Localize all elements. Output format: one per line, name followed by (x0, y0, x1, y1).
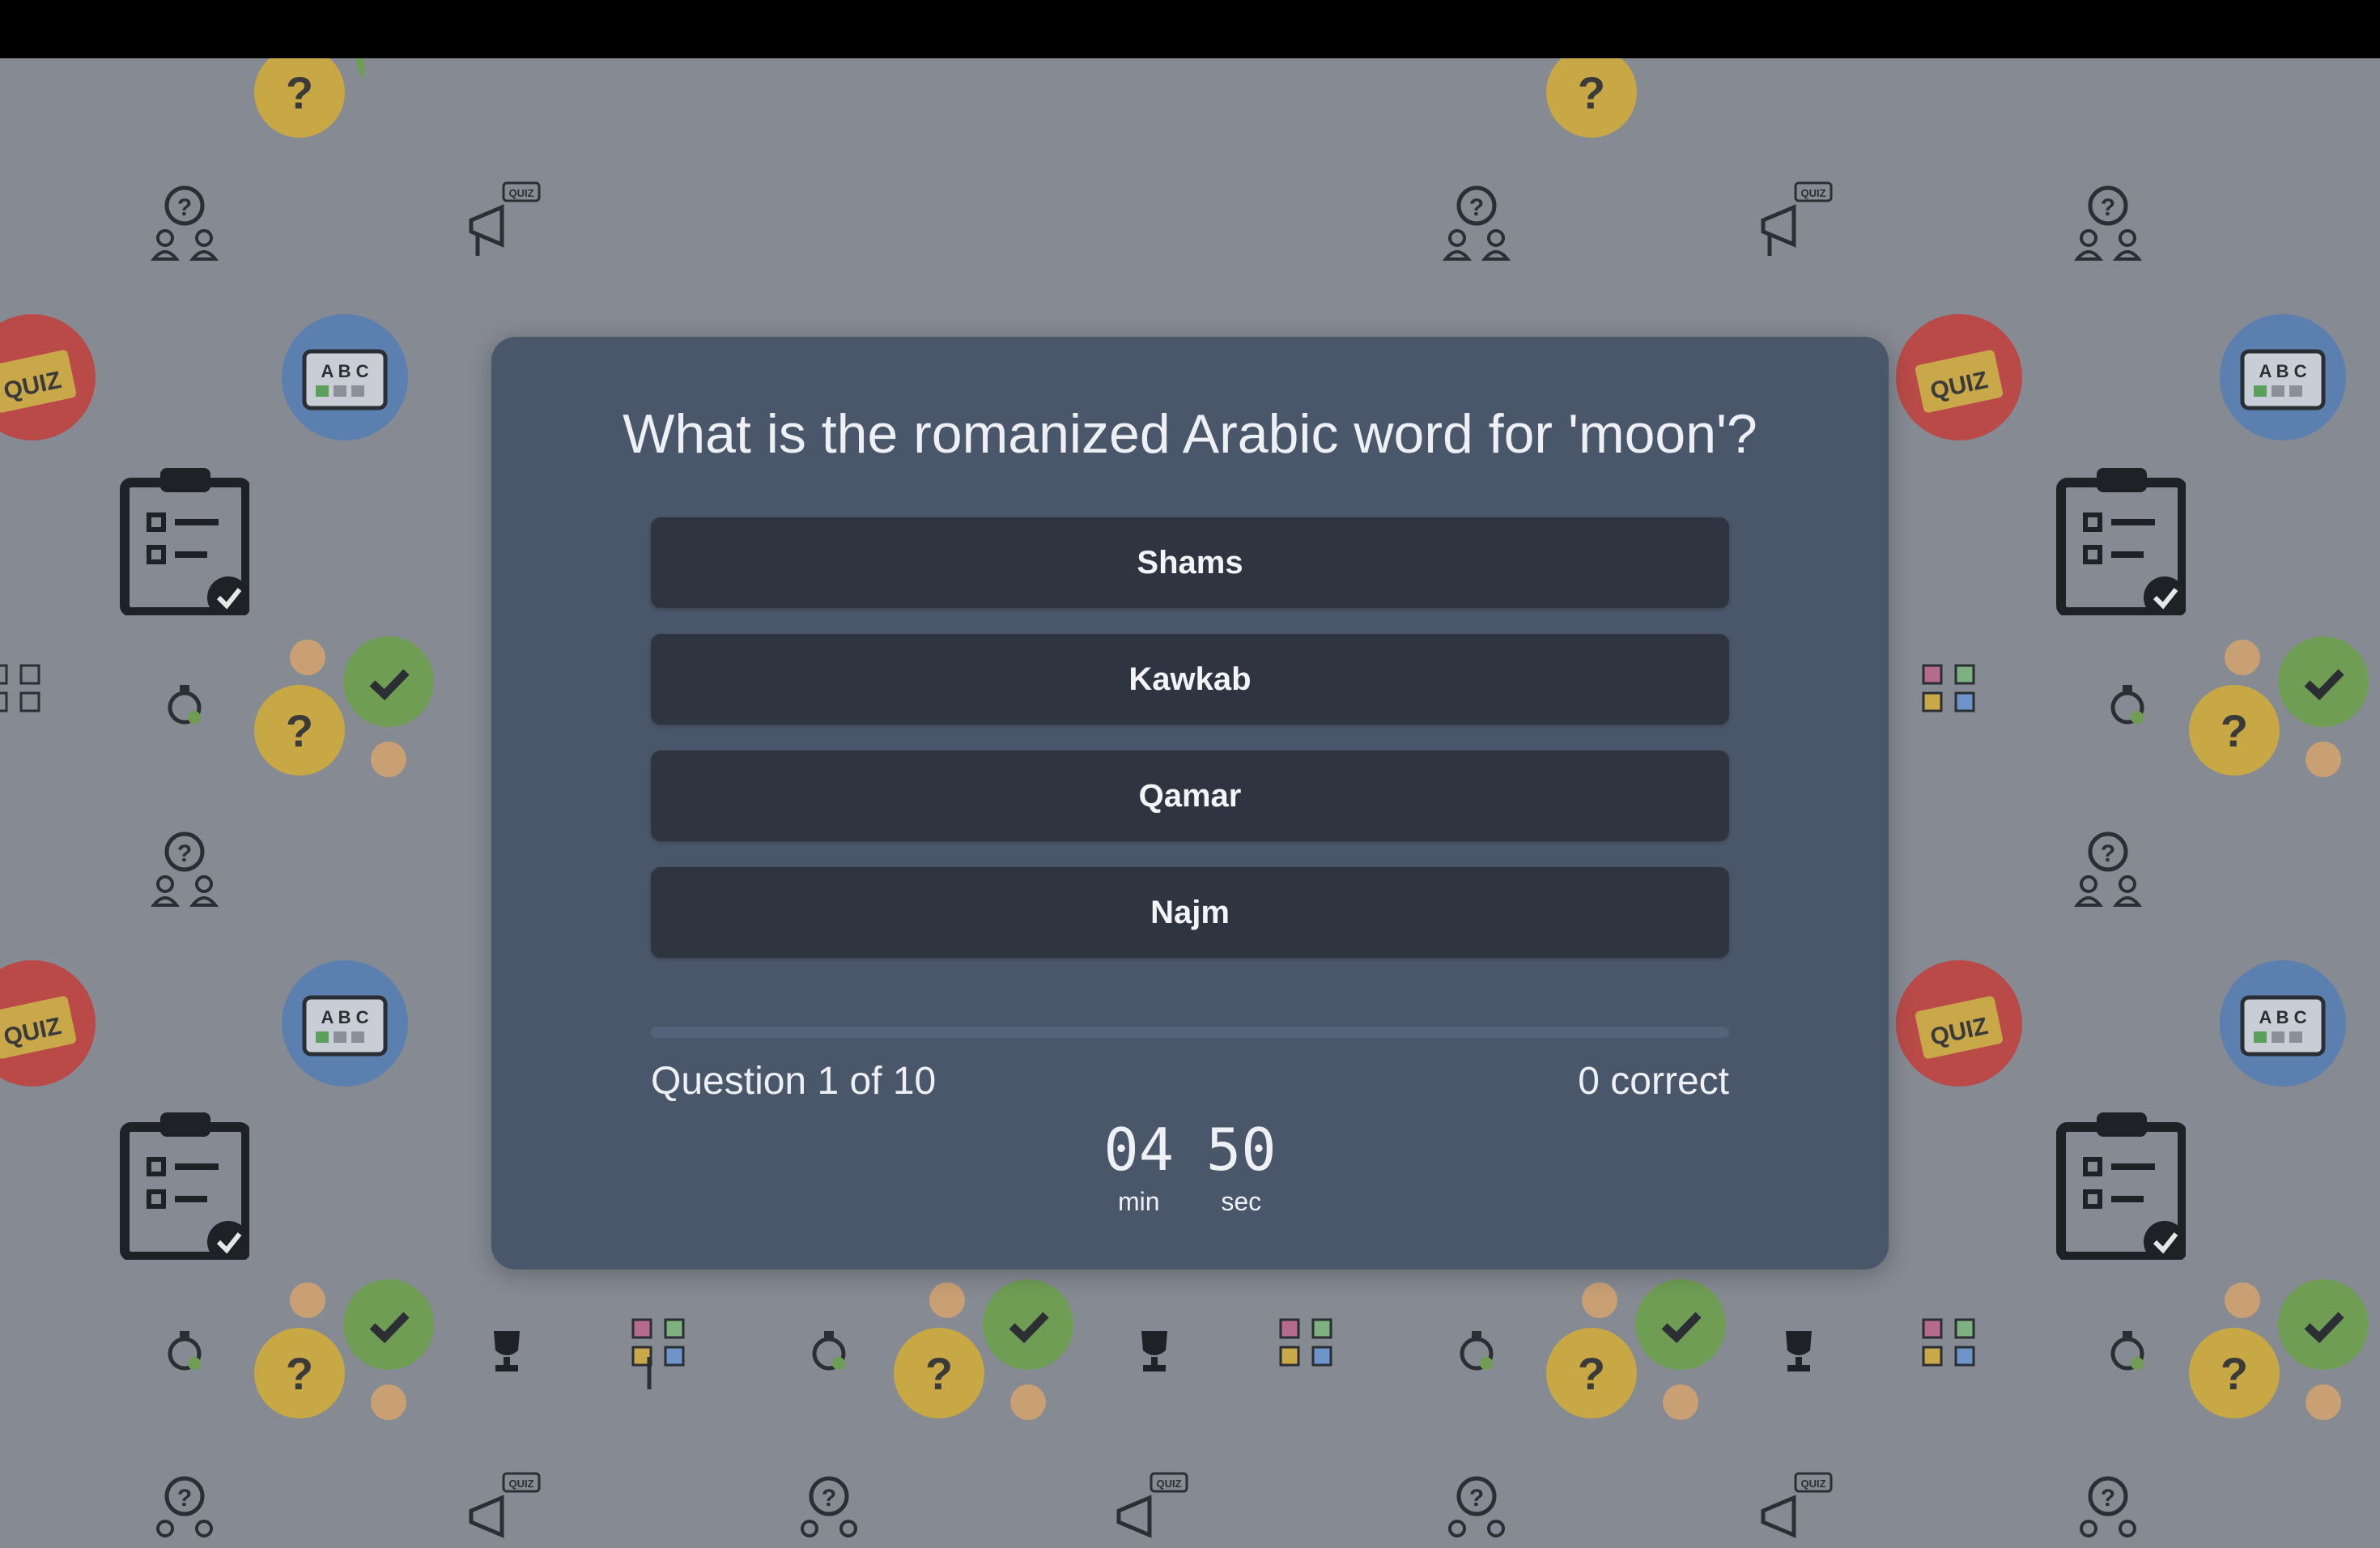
trophy-icon (494, 1331, 520, 1372)
correct-counter: 0 correct (1578, 1060, 1729, 1103)
stopwatch-icon (1460, 1331, 1494, 1371)
question-people-icon: ? (2073, 185, 2143, 261)
question-check-bubbles-icon: ? (2189, 636, 2369, 777)
question-people-icon: ? (150, 185, 219, 261)
stopwatch-icon (812, 1331, 846, 1371)
svg-text:?: ? (286, 67, 313, 118)
question-people-icon: ? (156, 1476, 213, 1537)
options-select-icon (631, 1318, 685, 1389)
timer-minutes-label: min (1117, 1187, 1160, 1216)
options-select-icon (1922, 1318, 1975, 1367)
abc-badge-text: A B C (321, 361, 368, 381)
answer-button-qamar[interactable]: Qamar (651, 751, 1729, 841)
megaphone-quiz-text: QUIZ (508, 187, 533, 199)
megaphone-quiz-icon: QUIZ (1761, 1472, 1833, 1538)
question-check-bubbles-icon: ? (894, 1279, 1073, 1420)
question-people-icon: ? (150, 831, 219, 907)
svg-text:?: ? (2221, 1348, 2248, 1399)
abc-badge-icon: A B C (2220, 960, 2346, 1087)
svg-text:?: ? (286, 1348, 313, 1399)
options-select-icon (1922, 664, 1975, 712)
answer-button-najm[interactable]: Najm (651, 867, 1729, 958)
abc-badge-text: A B C (321, 1007, 368, 1027)
status-row: Question 1 of 10 0 correct (651, 1049, 1729, 1114)
question-check-bubbles-icon: ? (254, 636, 434, 777)
abc-badge-text: A B C (2259, 361, 2306, 381)
svg-text:?: ? (822, 1485, 836, 1512)
question-people-icon: ? (1448, 1476, 1505, 1537)
svg-text:?: ? (177, 194, 192, 221)
quiz-badge-icon: QUIZ (0, 314, 96, 440)
question-people-icon: ? (2073, 831, 2143, 907)
megaphone-quiz-icon: QUIZ (469, 1472, 541, 1538)
clipboard-check-icon (120, 1112, 249, 1260)
svg-text:?: ? (2101, 840, 2115, 867)
megaphone-quiz-text: QUIZ (508, 1478, 533, 1490)
abc-badge-icon: A B C (2220, 314, 2346, 440)
progress-bar (651, 1027, 1729, 1038)
svg-text:?: ? (1578, 1348, 1605, 1399)
megaphone-quiz-text: QUIZ (1800, 187, 1825, 199)
question-bubble-icon: ? (254, 58, 364, 138)
abc-badge-icon: A B C (282, 314, 408, 440)
megaphone-quiz-icon: QUIZ (469, 181, 541, 256)
trophy-icon (1786, 1331, 1812, 1372)
clipboard-check-icon (2056, 1112, 2186, 1260)
quiz-card: What is the romanized Arabic word for 'm… (491, 337, 1889, 1269)
question-counter: Question 1 of 10 (651, 1060, 937, 1103)
megaphone-quiz-text: QUIZ (1156, 1478, 1181, 1490)
stopwatch-icon (168, 1331, 202, 1371)
question-check-bubbles-icon: ? (2189, 1279, 2369, 1420)
stopwatch-icon (2110, 685, 2144, 725)
answer-button-shams[interactable]: Shams (651, 517, 1729, 608)
options-select-icon (1279, 1318, 1332, 1367)
clipboard-check-icon (2056, 468, 2186, 615)
quiz-badge-icon: QUIZ (1896, 314, 2022, 440)
trophy-icon (1141, 1331, 1167, 1372)
svg-text:?: ? (925, 1348, 953, 1399)
svg-text:?: ? (2101, 194, 2115, 221)
question-people-icon: ? (1442, 185, 1511, 261)
stopwatch-icon (2110, 1331, 2144, 1371)
abc-badge-text: A B C (2259, 1007, 2306, 1027)
question-bubble-icon: ? (1546, 58, 1637, 138)
timer-minutes: 04 min (1094, 1114, 1184, 1218)
megaphone-quiz-icon: QUIZ (1116, 1472, 1188, 1538)
stopwatch-icon (168, 685, 202, 725)
megaphone-quiz-text: QUIZ (1800, 1478, 1825, 1490)
question-check-bubbles-icon: ? (254, 1279, 434, 1420)
question-people-icon: ? (801, 1476, 857, 1537)
timer-seconds-label: sec (1221, 1187, 1262, 1216)
clipboard-check-icon (120, 468, 249, 615)
svg-text:?: ? (177, 1485, 192, 1512)
svg-text:?: ? (2221, 705, 2248, 756)
quiz-badge-icon: QUIZ (0, 960, 96, 1087)
options-select-icon (0, 664, 40, 712)
question-people-icon: ? (2080, 1476, 2136, 1537)
svg-text:?: ? (1578, 67, 1605, 118)
answer-button-kawkab[interactable]: Kawkab (651, 634, 1729, 725)
top-black-bar (0, 0, 2380, 58)
timer-seconds-value: 50 (1205, 1116, 1277, 1184)
timer-minutes-value: 04 (1103, 1116, 1175, 1184)
countdown-timer: 04 min 50 sec (491, 1114, 1889, 1218)
svg-text:?: ? (1469, 194, 1484, 221)
answer-list: Shams Kawkab Qamar Najm (651, 517, 1729, 984)
abc-badge-icon: A B C (282, 960, 408, 1087)
question-check-bubbles-icon: ? (1546, 1279, 1726, 1420)
quiz-badge-icon: QUIZ (1896, 960, 2022, 1087)
svg-text:?: ? (286, 705, 313, 756)
svg-text:?: ? (1469, 1485, 1484, 1512)
megaphone-quiz-icon: QUIZ (1761, 181, 1833, 256)
svg-text:?: ? (177, 840, 192, 867)
question-text: What is the romanized Arabic word for 'm… (623, 403, 1757, 465)
svg-text:?: ? (2101, 1485, 2115, 1512)
timer-seconds: 50 sec (1196, 1114, 1286, 1218)
